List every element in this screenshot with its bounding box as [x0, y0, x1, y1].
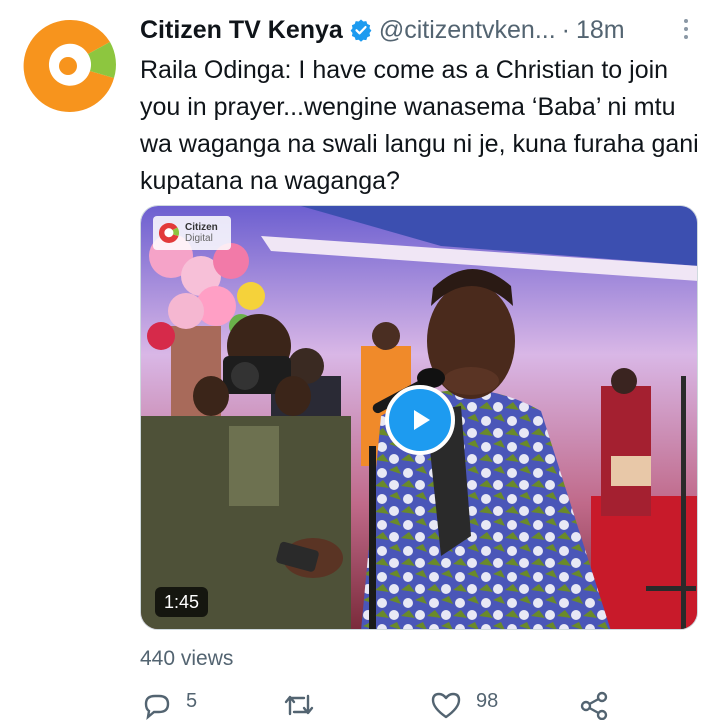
citizen-digital-logo-icon — [158, 222, 180, 243]
more-vertical-icon[interactable] — [679, 14, 693, 44]
like-count: 98 — [476, 690, 499, 712]
tweet-timestamp[interactable]: 18m — [576, 16, 625, 45]
tweet-header: Citizen TV Kenya @citizentvken... · 18m — [140, 14, 700, 46]
share-icon — [580, 691, 608, 720]
heart-icon — [431, 692, 461, 719]
video-player[interactable]: Citizen Digital 1:45 — [140, 205, 698, 630]
action-bar: 5 98 — [140, 690, 700, 720]
avatar[interactable] — [20, 16, 120, 116]
retweet-icon — [284, 694, 314, 716]
share-button[interactable] — [578, 690, 610, 720]
account-handle[interactable]: @citizentvken... — [379, 16, 556, 45]
play-icon — [414, 410, 430, 430]
video-duration: 1:45 — [155, 587, 209, 617]
reply-button[interactable]: 5 — [142, 690, 197, 720]
watermark-line-2: Digital — [185, 233, 213, 244]
citizen-digital-watermark: Citizen Digital — [153, 216, 231, 250]
reply-icon — [144, 694, 170, 720]
view-count: 440 views — [140, 647, 234, 670]
like-button[interactable]: 98 — [430, 690, 498, 720]
display-name[interactable]: Citizen TV Kenya — [140, 16, 343, 45]
retweet-button[interactable] — [282, 690, 330, 720]
verified-badge-icon — [349, 18, 373, 42]
watermark-line-1: Citizen — [185, 222, 218, 233]
tweet-text: Raila Odinga: I have come as a Christian… — [140, 56, 699, 195]
play-button[interactable] — [385, 385, 455, 455]
separator-dot: · — [561, 15, 570, 44]
citizen-tv-logo-icon — [20, 16, 120, 116]
reply-count: 5 — [186, 690, 198, 712]
